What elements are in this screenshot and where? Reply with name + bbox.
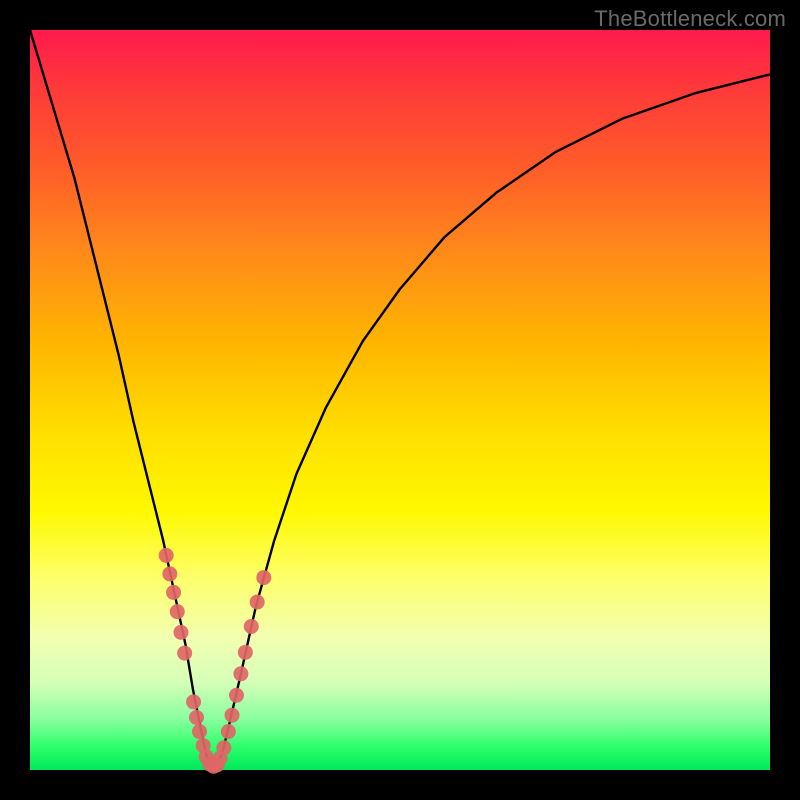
watermark-text: TheBottleneck.com xyxy=(594,6,786,32)
plot-area xyxy=(30,30,770,770)
